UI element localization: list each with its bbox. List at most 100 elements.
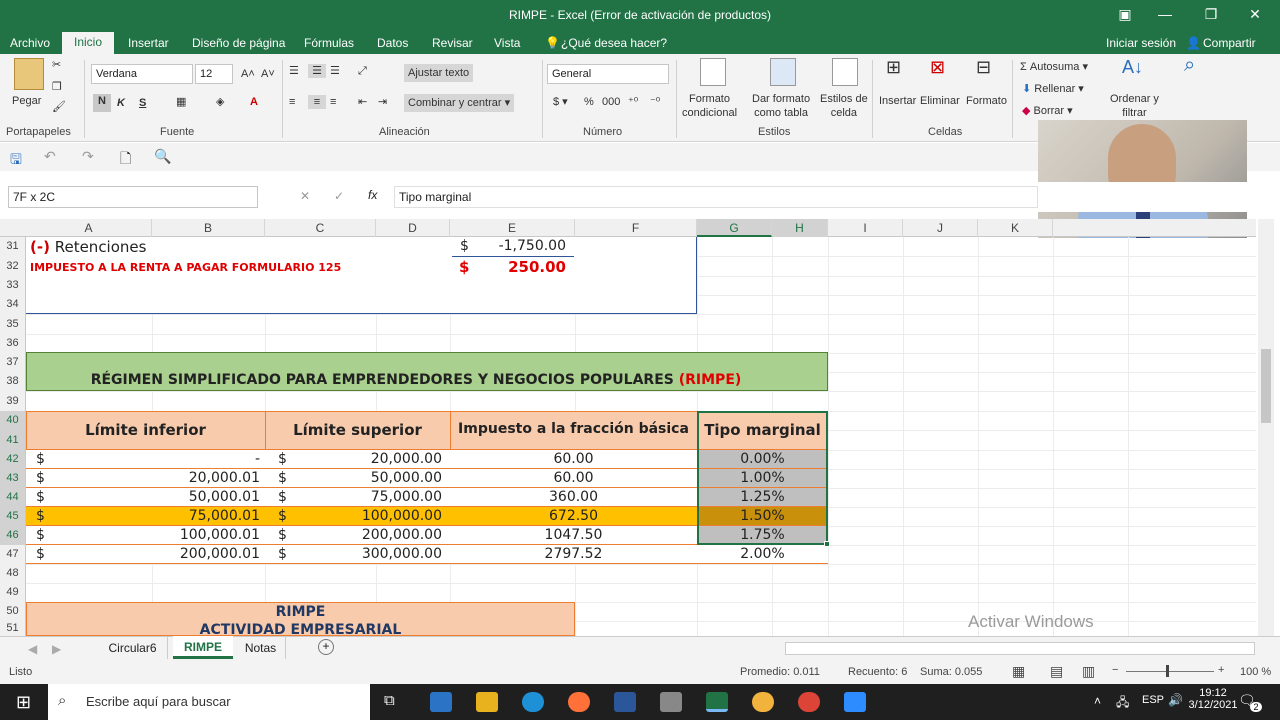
cancel-icon[interactable]: ✕ [300, 189, 310, 203]
row-header-46[interactable]: 46 [0, 526, 26, 545]
row-header-41[interactable]: 41 [0, 430, 26, 450]
tab-vista[interactable]: Vista [494, 36, 520, 50]
row-header-40[interactable]: 40 [0, 411, 26, 430]
tell-me-box[interactable]: ¿Qué desea hacer? [561, 36, 667, 50]
borders-icon[interactable]: ▦ [176, 95, 186, 109]
align-bottom-icon[interactable]: ☰ [330, 64, 340, 78]
tab-formulas[interactable]: Fórmulas [304, 36, 354, 50]
increase-decimal-icon[interactable]: ⁺⁰ [628, 95, 638, 109]
tab-datos[interactable]: Datos [377, 36, 408, 50]
zoom-slider-thumb[interactable] [1166, 665, 1169, 677]
column-header-e[interactable]: E [450, 219, 575, 237]
column-header-a[interactable]: A [26, 219, 152, 237]
fill-button[interactable]: ⬇ Rellenar ▾ [1022, 82, 1084, 96]
task-view-icon[interactable]: ⧉ [384, 692, 395, 709]
currency-icon[interactable]: $ ▾ [553, 95, 568, 109]
scroll-left-icon[interactable]: ◀ [28, 642, 37, 656]
paste-button[interactable]: Pegar [12, 94, 41, 108]
sheet-tab-circular6[interactable]: Circular6 [98, 637, 168, 659]
row-header-37[interactable]: 37 [0, 353, 26, 372]
align-right-icon[interactable]: ≡ [330, 95, 336, 109]
store-icon[interactable] [660, 692, 682, 712]
sign-in-link[interactable]: Iniciar sesión [1106, 36, 1176, 50]
page-layout-icon[interactable]: ▤ [1050, 663, 1063, 680]
header-limite-superior[interactable]: Límite superior [265, 421, 450, 439]
undo-icon[interactable]: ↶ [44, 148, 56, 165]
row-header-45[interactable]: 45 [0, 507, 26, 526]
italic-button[interactable]: K [117, 96, 125, 110]
cell-styles-button[interactable]: Estilos de celda [820, 92, 868, 120]
fill-handle[interactable] [824, 541, 830, 547]
autosum-button[interactable]: Σ Autosuma ▾ [1020, 60, 1088, 74]
chrome-icon[interactable] [798, 692, 820, 712]
row-header-35[interactable]: 35 [0, 314, 26, 334]
wrap-text-button[interactable]: Ajustar texto [404, 64, 474, 82]
add-sheet-icon[interactable]: + [318, 639, 334, 655]
conditional-format-button[interactable]: Formato condicional [682, 92, 737, 120]
font-size-select[interactable]: 12 [195, 64, 233, 84]
tab-archivo[interactable]: Archivo [10, 36, 50, 50]
zoom-app-icon[interactable] [844, 692, 866, 712]
row-header-43[interactable]: 43 [0, 469, 26, 488]
row-header-39[interactable]: 39 [0, 391, 26, 411]
zoom-out-icon[interactable]: − [1112, 664, 1118, 676]
name-box[interactable]: 7F x 2C [8, 186, 258, 208]
format-as-table-button[interactable]: Dar formato como tabla [752, 92, 810, 120]
header-impuesto[interactable]: Impuesto a la fracción básica [450, 421, 697, 437]
word-icon[interactable] [614, 692, 636, 712]
file-explorer-icon[interactable] [476, 692, 498, 712]
insert-cells-button[interactable]: Insertar [879, 94, 916, 108]
new-file-icon[interactable]: 🗋 [120, 148, 131, 172]
firefox-icon[interactable] [568, 692, 590, 712]
copy-icon[interactable]: ❐ [52, 80, 62, 94]
column-header-c[interactable]: C [265, 219, 376, 237]
language-indicator[interactable]: ESP [1142, 694, 1164, 706]
paste-icon[interactable] [14, 58, 44, 90]
retenciones-currency[interactable]: $ [460, 238, 469, 254]
align-top-icon[interactable]: ☰ [289, 64, 299, 78]
percent-icon[interactable]: % [584, 95, 594, 109]
edge-icon[interactable] [522, 692, 544, 712]
fill-color-icon[interactable]: ◈ [216, 95, 224, 109]
impuesto-currency[interactable]: $ [459, 258, 469, 276]
volume-icon[interactable]: 🔊 [1168, 693, 1183, 707]
maximize-icon[interactable]: ❐ [1196, 6, 1226, 23]
row-header-38[interactable]: 38 [0, 372, 26, 391]
column-header-j[interactable]: J [903, 219, 978, 237]
sort-filter-button[interactable]: Ordenar y filtrar [1110, 92, 1159, 120]
header-limite-inferior[interactable]: Límite inferior [26, 421, 265, 439]
zoom-slider[interactable] [1126, 671, 1214, 672]
clear-button[interactable]: ◆ Borrar ▾ [1022, 104, 1073, 118]
comma-style-icon[interactable]: 000 [602, 95, 620, 109]
row-header-49[interactable]: 49 [0, 583, 26, 602]
bold-button[interactable]: N [93, 94, 111, 112]
cut-icon[interactable]: ✂ [52, 58, 61, 72]
column-header-d[interactable]: D [376, 219, 450, 237]
underline-button[interactable]: S [139, 96, 146, 110]
taskbar-search[interactable]: ⌕ Escribe aquí para buscar [48, 684, 370, 720]
row-header-48[interactable]: 48 [0, 564, 26, 583]
align-middle-icon[interactable]: ☰ [308, 64, 326, 78]
redo-icon[interactable]: ↷ [82, 148, 94, 165]
increase-indent-icon[interactable]: ⇥ [378, 95, 387, 109]
row-header-31[interactable]: 31 [0, 237, 26, 256]
row-header-44[interactable]: 44 [0, 488, 26, 507]
actividad-label[interactable]: ACTIVIDAD EMPRESARIAL [26, 622, 575, 636]
align-left-icon[interactable]: ≡ [289, 95, 295, 109]
scroll-right-icon[interactable]: ▶ [52, 642, 61, 656]
grow-font-icon[interactable]: A˄ [241, 67, 255, 81]
app-icon[interactable] [752, 692, 774, 712]
zoom-level[interactable]: 100 % [1240, 666, 1271, 678]
row-header-36[interactable]: 36 [0, 334, 26, 353]
column-header-k[interactable]: K [978, 219, 1053, 237]
enter-icon[interactable]: ✓ [334, 189, 344, 203]
impuesto-label[interactable]: IMPUESTO A LA RENTA A PAGAR FORMULARIO 1… [30, 261, 341, 274]
column-header-f[interactable]: F [575, 219, 697, 237]
column-header-b[interactable]: B [152, 219, 265, 237]
zoom-in-icon[interactable]: + [1218, 664, 1224, 676]
tab-inicio[interactable]: Inicio [62, 32, 115, 54]
tab-revisar[interactable]: Revisar [432, 36, 473, 50]
row-header-32[interactable]: 32 [0, 256, 26, 276]
retenciones-label[interactable]: (-) Retenciones [30, 238, 146, 256]
font-name-select[interactable]: Verdana [91, 64, 193, 84]
